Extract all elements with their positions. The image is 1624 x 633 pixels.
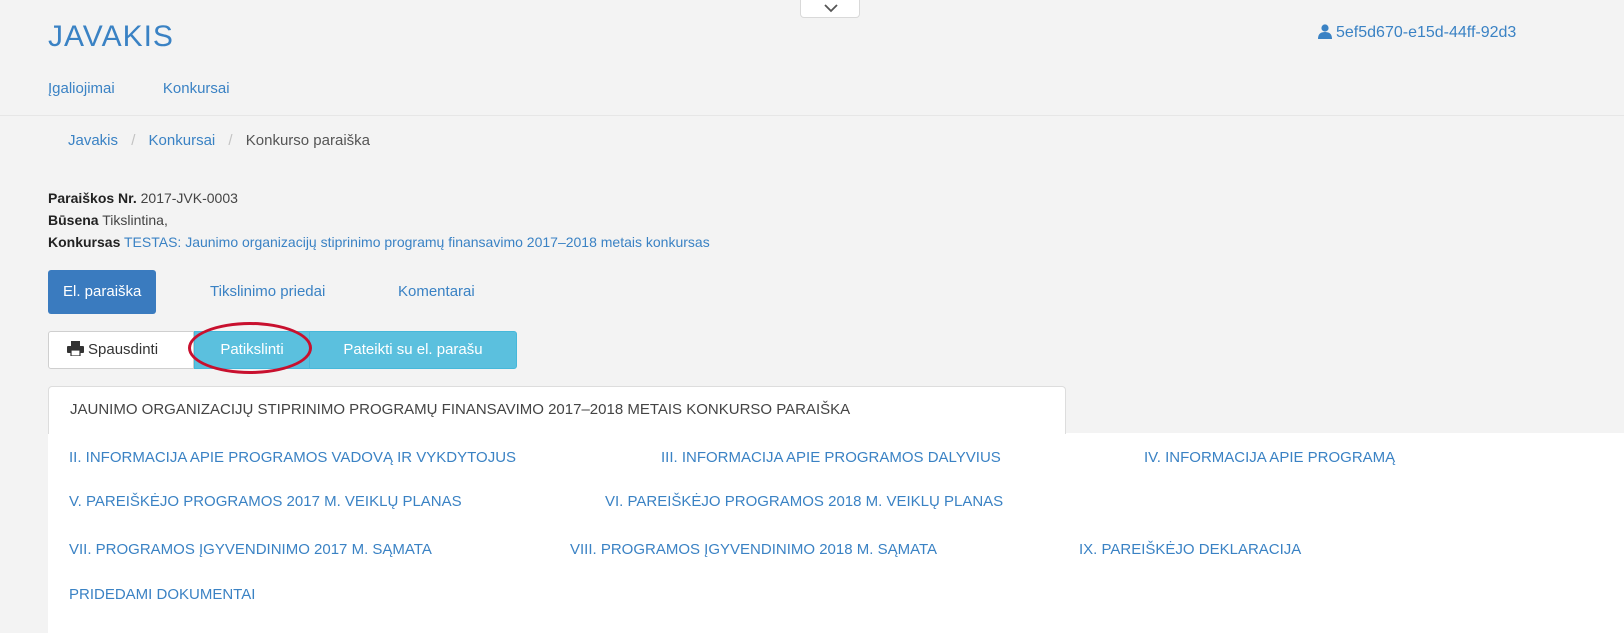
- top-navigation: Įgaliojimai Konkursai: [48, 80, 274, 97]
- breadcrumb-separator: /: [131, 132, 136, 149]
- tab-komentarai[interactable]: Komentarai: [398, 270, 475, 314]
- section-link-vi[interactable]: VI. PAREIŠKĖJO PROGRAMOS 2018 M. VEIKLŲ …: [605, 493, 1003, 510]
- application-number-row: Paraiškos Nr. 2017-JVK-0003: [48, 187, 710, 209]
- status-label: Būsena: [48, 212, 99, 228]
- breadcrumb-item-konkursai[interactable]: Konkursai: [149, 132, 216, 149]
- submit-with-esignature-button[interactable]: Pateikti su el. parašu: [309, 331, 517, 369]
- tab-tikslinimo-priedai[interactable]: Tikslinimo priedai: [210, 270, 325, 314]
- breadcrumb-item-current: Konkurso paraiška: [245, 132, 370, 149]
- section-panel: II. INFORMACIJA APIE PROGRAMOS VADOVĄ IR…: [48, 433, 1624, 633]
- contest-link[interactable]: TESTAS: Jaunimo organizacijų stiprinimo …: [124, 234, 710, 250]
- breadcrumb-separator: /: [228, 132, 233, 149]
- contest-row: Konkursas TESTAS: Jaunimo organizacijų s…: [48, 231, 710, 253]
- user-menu[interactable]: 5ef5d670-e15d-44ff-92d3: [1318, 24, 1516, 42]
- section-link-vii[interactable]: VII. PROGRAMOS ĮGYVENDINIMO 2017 M. SĄMA…: [69, 541, 432, 558]
- application-info: Paraiškos Nr. 2017-JVK-0003 Būsena Tiksl…: [48, 187, 710, 253]
- chevron-down-icon: [824, 4, 838, 13]
- tab-el-paraiska[interactable]: El. paraiška: [48, 270, 157, 314]
- section-link-ix[interactable]: IX. PAREIŠKĖJO DEKLARACIJA: [1079, 541, 1301, 558]
- section-link-iii[interactable]: III. INFORMACIJA APIE PROGRAMOS DALYVIUS: [661, 449, 1001, 466]
- nav-item-igaliojimai[interactable]: Įgaliojimai: [48, 80, 115, 97]
- user-icon: [1318, 24, 1332, 39]
- user-id: 5ef5d670-e15d-44ff-92d3: [1336, 24, 1517, 41]
- print-button-label: Spausdinti: [88, 341, 159, 358]
- print-icon: [67, 341, 84, 357]
- print-button[interactable]: Spausdinti: [48, 331, 194, 369]
- patikslinti-button[interactable]: Patikslinti: [194, 331, 310, 369]
- section-tab-active[interactable]: JAUNIMO ORGANIZACIJŲ STIPRINIMO PROGRAMŲ…: [48, 386, 1066, 434]
- section-link-ii[interactable]: II. INFORMACIJA APIE PROGRAMOS VADOVĄ IR…: [69, 449, 516, 466]
- header: JAVAKIS 5ef5d670-e15d-44ff-92d3 Įgalioji…: [0, 0, 1624, 115]
- application-number-value: 2017-JVK-0003: [140, 190, 238, 206]
- section-link-viii[interactable]: VIII. PROGRAMOS ĮGYVENDINIMO 2018 M. SĄM…: [570, 541, 937, 558]
- section-link-v[interactable]: V. PAREIŠKĖJO PROGRAMOS 2017 M. VEIKLŲ P…: [69, 493, 462, 510]
- section-link-pridedami[interactable]: PRIDEDAMI DOKUMENTAI: [69, 586, 255, 603]
- app-title[interactable]: JAVAKIS: [48, 20, 174, 54]
- nav-item-konkursai[interactable]: Konkursai: [163, 80, 230, 97]
- section-link-iv[interactable]: IV. INFORMACIJA APIE PROGRAMĄ: [1144, 449, 1395, 466]
- collapse-toggle-button[interactable]: [800, 0, 860, 18]
- breadcrumb: Javakis / Konkursai / Konkurso paraiška: [68, 132, 370, 149]
- status-value: Tikslintina,: [102, 212, 168, 228]
- breadcrumb-bar: Javakis / Konkursai / Konkurso paraiška: [0, 115, 1624, 166]
- breadcrumb-item-javakis[interactable]: Javakis: [68, 132, 118, 149]
- status-row: Būsena Tikslintina,: [48, 209, 710, 231]
- application-number-label: Paraiškos Nr.: [48, 190, 137, 206]
- contest-label: Konkursas: [48, 234, 121, 250]
